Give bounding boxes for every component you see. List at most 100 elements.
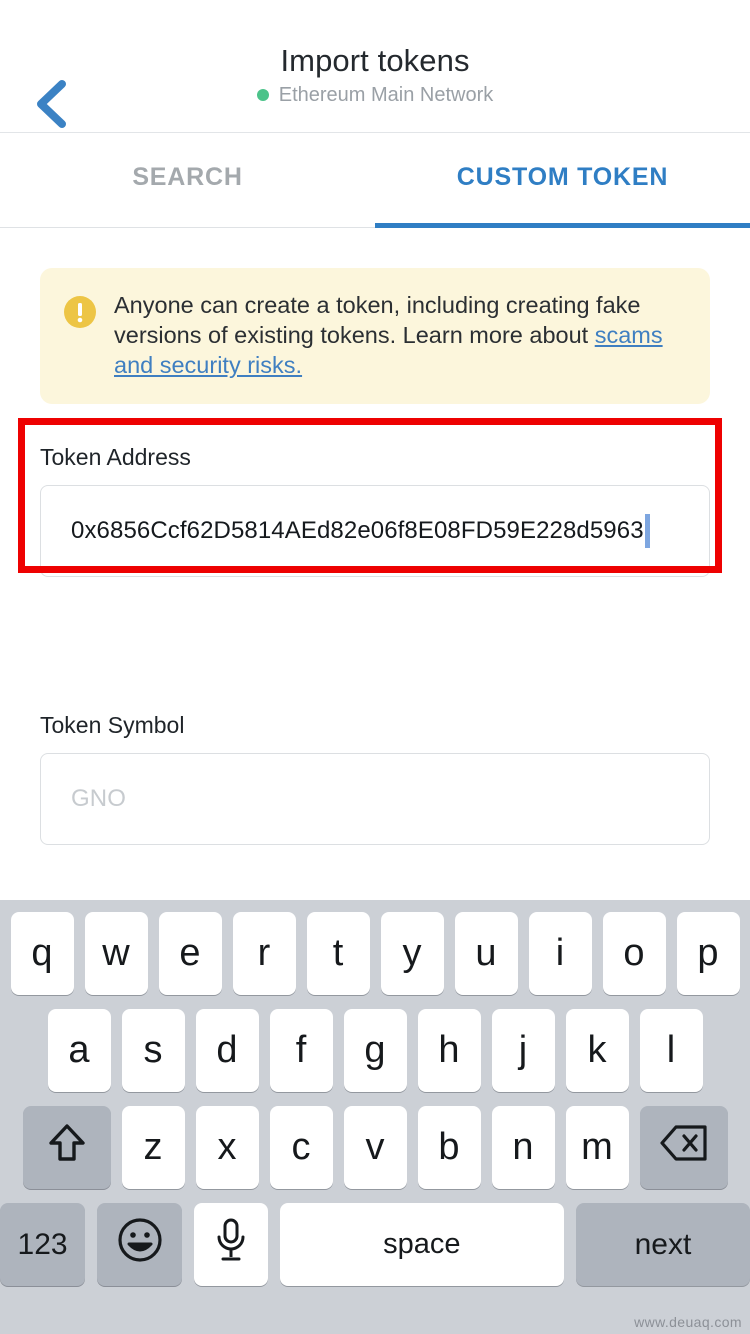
key-b[interactable]: b [417, 1106, 481, 1189]
keyboard-row-1: qwe r t y u i o p [0, 912, 750, 995]
key-v[interactable]: v [343, 1106, 407, 1189]
key-p[interactable]: p [676, 912, 740, 995]
form-content: Anyone can create a token, including cre… [0, 228, 750, 900]
key-b-label: b [438, 1126, 460, 1168]
microphone-key[interactable] [194, 1203, 268, 1286]
keyboard-row-3: zxcvbnm [0, 1106, 750, 1189]
key-q[interactable]: q [10, 912, 74, 995]
page-title: Import tokens [280, 42, 470, 78]
back-button[interactable] [22, 78, 78, 134]
key-e[interactable]: e [158, 912, 222, 995]
key-y-label: y [402, 932, 422, 974]
shift-arrow-icon [47, 1122, 87, 1174]
token-symbol-placeholder: GNO [71, 785, 126, 812]
key-f-label: f [295, 1029, 307, 1071]
token-address-group: Token Address 0x6856Ccf62D5814AEd82e06f8… [40, 443, 710, 577]
import-tokens-screen: Import tokens Ethereum Main Network SEAR… [0, 0, 750, 1334]
keyboard-row-4: 123 space next [0, 1203, 750, 1286]
tab-search-label: SEARCH [132, 162, 243, 191]
space-key-label: space [383, 1228, 461, 1260]
backspace-key[interactable] [639, 1106, 728, 1189]
key-c[interactable]: c [269, 1106, 333, 1189]
key-c-label: c [291, 1126, 311, 1168]
site-watermark: www.deuaq.com [634, 1314, 742, 1330]
key-h-label: h [438, 1029, 460, 1071]
key-d[interactable]: d [195, 1009, 259, 1092]
numbers-key-label: 123 [17, 1227, 68, 1261]
key-l[interactable]: l [639, 1009, 703, 1092]
text-caret [644, 514, 650, 548]
smiley-face-icon [116, 1216, 164, 1274]
tab-custom-token[interactable]: CUSTOM TOKEN [375, 133, 750, 228]
keyboard-row-3-letters: zxcvbnm [121, 1106, 629, 1189]
app-header: Import tokens Ethereum Main Network [0, 20, 750, 133]
token-symbol-input[interactable]: GNO [40, 753, 710, 845]
key-g-label: g [364, 1029, 386, 1071]
network-name: Ethereum Main Network [278, 83, 494, 106]
space-key[interactable]: space [279, 1203, 564, 1286]
key-e-label: e [179, 932, 201, 974]
token-address-label: Token Address [40, 444, 191, 470]
network-indicator: Ethereum Main Network [256, 83, 494, 107]
key-o-label: o [623, 932, 645, 974]
tab-custom-token-label: CUSTOM TOKEN [456, 162, 669, 191]
key-t-label: t [332, 932, 344, 974]
key-l-label: l [666, 1029, 676, 1071]
key-m-label: m [581, 1126, 613, 1168]
key-w[interactable]: w [84, 912, 148, 995]
key-y[interactable]: y [380, 912, 444, 995]
numbers-key[interactable]: 123 [0, 1203, 86, 1286]
next-key[interactable]: next [575, 1203, 750, 1286]
key-q-label: q [31, 932, 53, 974]
key-f[interactable]: f [269, 1009, 333, 1092]
key-a-label: a [68, 1029, 90, 1071]
key-r[interactable]: r [232, 912, 296, 995]
tab-search[interactable]: SEARCH [0, 133, 375, 227]
next-key-label: next [634, 1227, 692, 1261]
status-bar [0, 0, 750, 20]
key-m[interactable]: m [565, 1106, 629, 1189]
key-g[interactable]: g [343, 1009, 407, 1092]
emoji-key[interactable] [97, 1203, 183, 1286]
key-p-label: p [697, 932, 719, 974]
key-i[interactable]: i [528, 912, 592, 995]
key-j-label: j [518, 1029, 528, 1071]
key-d-label: d [216, 1029, 238, 1071]
key-o[interactable]: o [602, 912, 666, 995]
key-n[interactable]: n [491, 1106, 555, 1189]
key-x[interactable]: x [195, 1106, 259, 1189]
chevron-left-icon [33, 79, 67, 134]
security-warning-body: Anyone can create a token, including cre… [114, 292, 641, 348]
key-j[interactable]: j [491, 1009, 555, 1092]
token-symbol-group: Token Symbol GNO [40, 711, 710, 845]
key-z-label: z [143, 1126, 163, 1168]
tab-bar: SEARCH CUSTOM TOKEN [0, 133, 750, 228]
key-s[interactable]: s [121, 1009, 185, 1092]
key-u[interactable]: u [454, 912, 518, 995]
keyboard-row-2: asdfghjkl [0, 1009, 750, 1092]
backspace-icon [659, 1124, 708, 1172]
on-screen-keyboard: qwe r t y u i o p a s d f g h j k l z x c v b n m 123 space n… [0, 900, 750, 1334]
token-address-input[interactable]: 0x6856Ccf62D5814AEd82e06f8E08FD59E228d59… [40, 485, 710, 577]
key-s-label: s [143, 1029, 163, 1071]
key-a[interactable]: a [47, 1009, 111, 1092]
exclamation-circle-icon [64, 296, 96, 328]
key-h[interactable]: h [417, 1009, 481, 1092]
key-k[interactable]: k [565, 1009, 629, 1092]
security-warning-text: Anyone can create a token, including cre… [114, 290, 686, 380]
key-r-label: r [257, 932, 271, 974]
key-v-label: v [365, 1126, 385, 1168]
security-warning-banner: Anyone can create a token, including cre… [40, 268, 710, 404]
microphone-icon [214, 1216, 248, 1274]
key-x-label: x [217, 1126, 237, 1168]
token-address-value: 0x6856Ccf62D5814AEd82e06f8E08FD59E228d59… [71, 517, 644, 544]
key-i-label: i [555, 932, 565, 974]
key-k-label: k [587, 1029, 607, 1071]
key-n-label: n [512, 1126, 534, 1168]
shift-key[interactable] [22, 1106, 111, 1189]
key-u-label: u [475, 932, 497, 974]
header-titles: Import tokens Ethereum Main Network [256, 42, 494, 111]
network-status-dot [256, 89, 269, 101]
key-t[interactable]: t [306, 912, 370, 995]
key-z[interactable]: z [121, 1106, 185, 1189]
